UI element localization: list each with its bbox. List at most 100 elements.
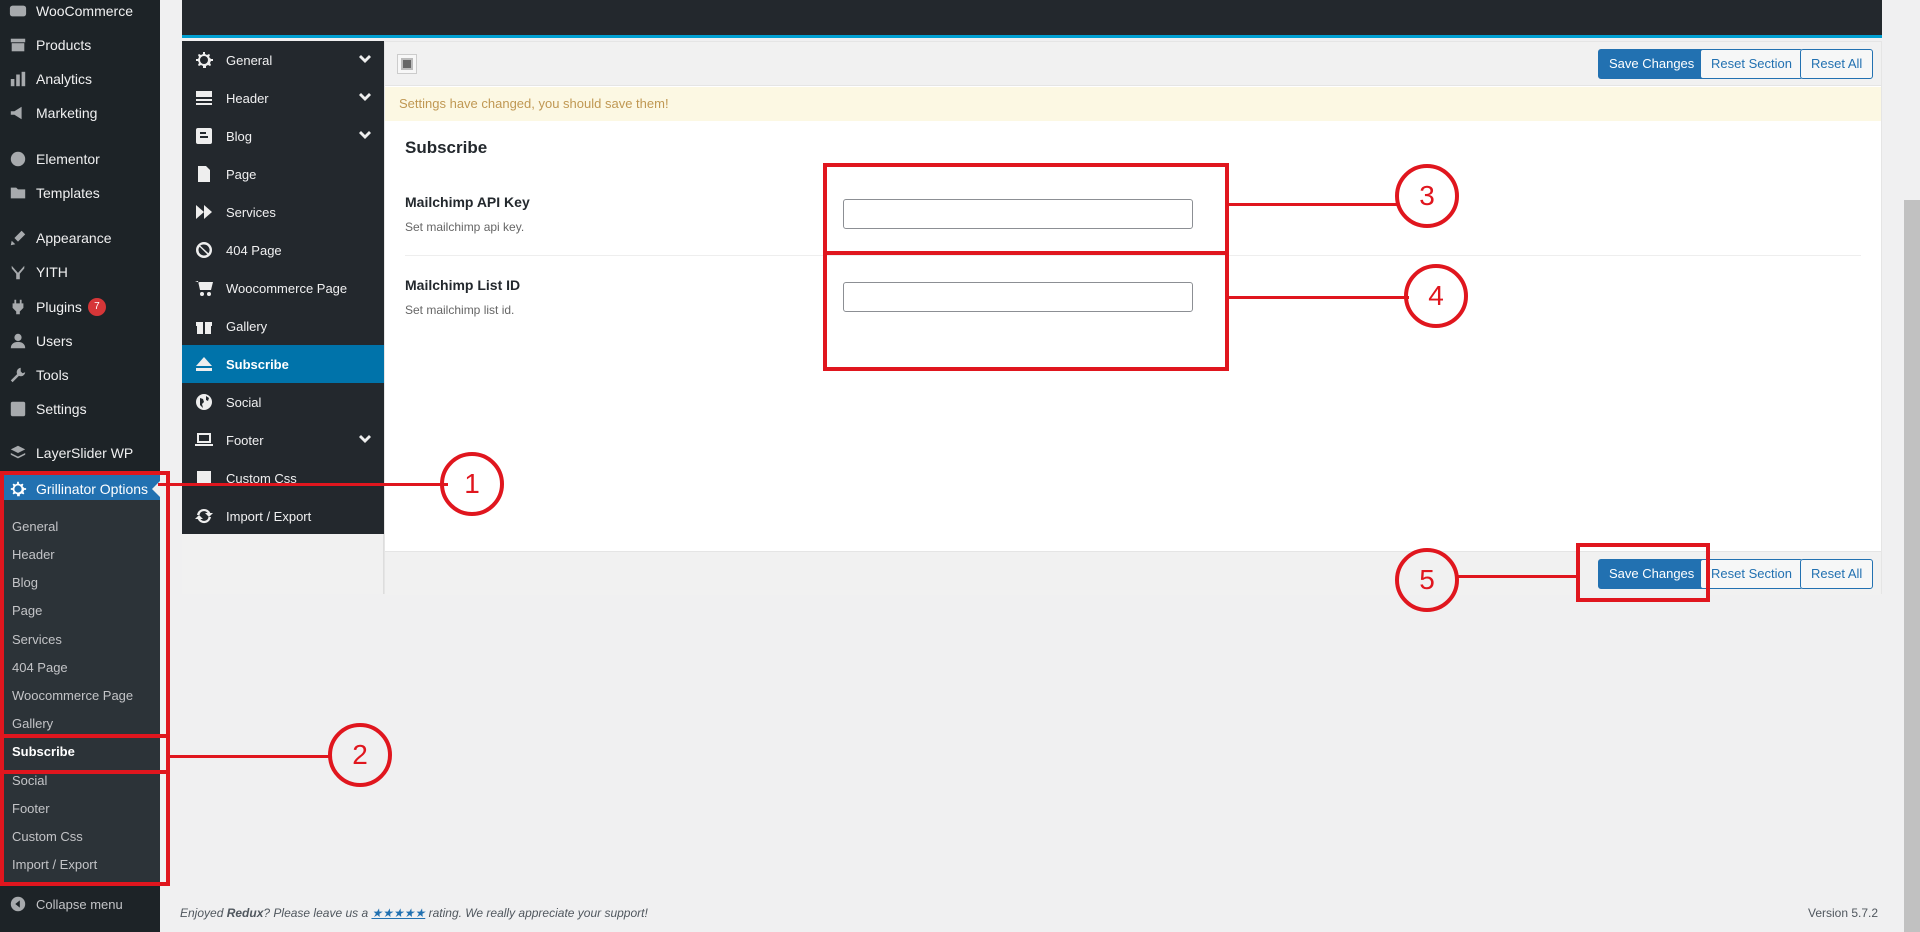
api-key-label: Mailchimp API Key: [405, 194, 530, 210]
annotation-box-1: [0, 471, 170, 886]
version-text: Version 5.7.2: [1808, 906, 1879, 920]
nav-label: 404 Page: [226, 242, 282, 258]
menu-label: Elementor: [36, 151, 100, 167]
nav-label: General: [226, 52, 273, 68]
layout-icon: [401, 58, 413, 70]
footer-suffix: rating. We really appreciate your suppor…: [425, 906, 648, 920]
nav-item-blog[interactable]: Blog: [182, 117, 384, 155]
annotation-line-5: [1458, 575, 1578, 578]
refresh-icon: [182, 506, 226, 526]
nav-label: Footer: [226, 432, 264, 448]
chevron-down-icon: [358, 129, 372, 143]
reset-section-button[interactable]: Reset Section: [1700, 49, 1803, 79]
nav-item-subscribe[interactable]: Subscribe: [182, 345, 384, 383]
nav-item-woocommerce-page[interactable]: Woocommerce Page: [182, 269, 384, 307]
menu-label: Settings: [36, 401, 87, 417]
annotation-marker-1: 1: [440, 452, 504, 516]
annotation-marker-2: 2: [328, 723, 392, 787]
wrench-icon: [0, 366, 36, 384]
menu-item-products[interactable]: Products: [0, 28, 160, 62]
menu-label: Tools: [36, 367, 69, 383]
reset-all-button[interactable]: Reset All: [1800, 49, 1874, 79]
menu-item-elementor[interactable]: Elementor: [0, 142, 160, 176]
layers-icon: [0, 444, 36, 462]
menu-item-appearance[interactable]: Appearance: [0, 221, 160, 255]
page-scrollbar[interactable]: [1904, 200, 1920, 932]
menu-item-layerslider[interactable]: LayerSlider WP: [0, 436, 160, 470]
gift-icon: [182, 316, 226, 336]
annotation-marker-5: 5: [1395, 548, 1459, 612]
annotation-box-5: [1576, 543, 1710, 602]
menu-label: Appearance: [36, 230, 112, 246]
collapse-icon: [0, 895, 36, 913]
menu-label: Users: [36, 333, 73, 349]
megaphone-icon: [0, 104, 36, 122]
menu-item-plugins[interactable]: Plugins 7: [0, 290, 160, 324]
nav-item-footer[interactable]: Footer: [182, 421, 384, 459]
nav-item-gallery[interactable]: Gallery: [182, 307, 384, 345]
menu-label: LayerSlider WP: [36, 445, 134, 461]
collapse-label: Collapse menu: [36, 896, 123, 912]
annotation-line-1: [158, 483, 448, 486]
nav-label: Blog: [226, 128, 253, 144]
reset-section-button-bottom[interactable]: Reset Section: [1700, 559, 1803, 589]
save-changes-button[interactable]: Save Changes: [1598, 49, 1706, 79]
expand-options-toggle[interactable]: [397, 54, 417, 74]
menu-item-yith[interactable]: YITH: [0, 255, 160, 289]
unsaved-settings-notice: Settings have changed, you should save t…: [385, 87, 1881, 121]
footer-mid: ? Please leave us a: [263, 906, 372, 920]
ban-icon: [182, 240, 226, 260]
collapse-menu-button[interactable]: Collapse menu: [0, 887, 160, 921]
chart-bar-icon: [0, 70, 36, 88]
chevron-down-icon: [358, 433, 372, 447]
menu-item-marketing[interactable]: Marketing: [0, 96, 160, 130]
nav-item-custom-css[interactable]: Custom Css: [182, 459, 384, 497]
elementor-icon: [0, 150, 36, 168]
admin-footer-text: Enjoyed Redux? Please leave us a ★★★★★ r…: [180, 906, 648, 920]
blog-icon: [182, 126, 226, 146]
nav-label: Woocommerce Page: [226, 280, 348, 296]
nav-item-general[interactable]: General: [182, 41, 384, 79]
list-id-description: Set mailchimp list id.: [405, 303, 515, 317]
menu-item-templates[interactable]: Templates: [0, 176, 160, 210]
nav-label: Gallery: [226, 318, 268, 334]
list-id-label: Mailchimp List ID: [405, 277, 521, 293]
nav-item-services[interactable]: Services: [182, 193, 384, 231]
globe-icon: [182, 392, 226, 412]
user-icon: [0, 332, 36, 350]
reset-all-button-bottom[interactable]: Reset All: [1800, 559, 1874, 589]
cart-icon: [182, 278, 226, 298]
nav-item-404-page[interactable]: 404 Page: [182, 231, 384, 269]
nav-footer-spacer: [182, 534, 384, 594]
rating-stars-link[interactable]: ★★★★★: [371, 906, 425, 920]
settings-icon: [0, 400, 36, 418]
update-count-badge: 7: [87, 298, 106, 316]
nav-label: Services: [226, 204, 276, 220]
yith-icon: [0, 263, 36, 281]
nav-item-header[interactable]: Header: [182, 79, 384, 117]
menu-item-woocommerce[interactable]: WooCommerce: [0, 0, 160, 28]
menu-item-users[interactable]: Users: [0, 324, 160, 358]
woo-icon: [0, 2, 36, 20]
annotation-box-3: [823, 163, 1229, 255]
gear-icon: [182, 50, 226, 70]
archive-icon: [0, 36, 36, 54]
footer-brand: Redux: [226, 906, 264, 920]
annotation-line-2: [170, 755, 330, 758]
menu-item-tools[interactable]: Tools: [0, 358, 160, 392]
menu-label: Analytics: [36, 71, 93, 87]
section-title: Subscribe: [405, 138, 488, 157]
menu-item-settings[interactable]: Settings: [0, 392, 160, 426]
redux-header-bar: [182, 0, 1882, 38]
annotation-marker-3: 3: [1395, 164, 1459, 228]
eject-icon: [182, 354, 226, 374]
nav-item-page[interactable]: Page: [182, 155, 384, 193]
menu-item-analytics[interactable]: Analytics: [0, 62, 160, 96]
menu-label: YITH: [36, 264, 68, 280]
nav-label: Page: [226, 166, 257, 182]
nav-item-social[interactable]: Social: [182, 383, 384, 421]
chevron-down-icon: [358, 91, 372, 105]
nav-item-import-export[interactable]: Import / Export: [182, 497, 384, 535]
folder-icon: [0, 184, 36, 202]
redux-section-nav: General Header Blog Page Services 404 Pa…: [182, 41, 384, 534]
